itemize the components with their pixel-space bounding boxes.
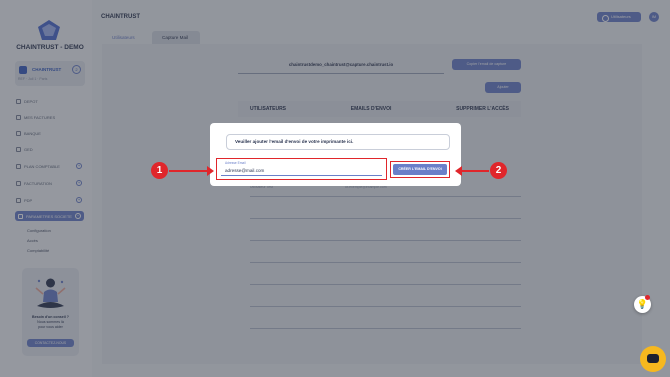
callout-step-1: 1: [151, 162, 168, 179]
notification-dot: [645, 295, 650, 300]
callout-step-2: 2: [490, 162, 507, 179]
chat-icon: [647, 354, 659, 363]
modal-backdrop[interactable]: [0, 0, 670, 377]
create-email-button[interactable]: CRÉER L'EMAIL D'ENVOI: [393, 164, 447, 175]
arrow-left-icon: [455, 166, 489, 176]
modal-message: Veuiller ajouter l'email d'envoi de votr…: [226, 134, 450, 150]
arrow-right-icon: [169, 166, 214, 176]
email-field[interactable]: [221, 165, 382, 176]
